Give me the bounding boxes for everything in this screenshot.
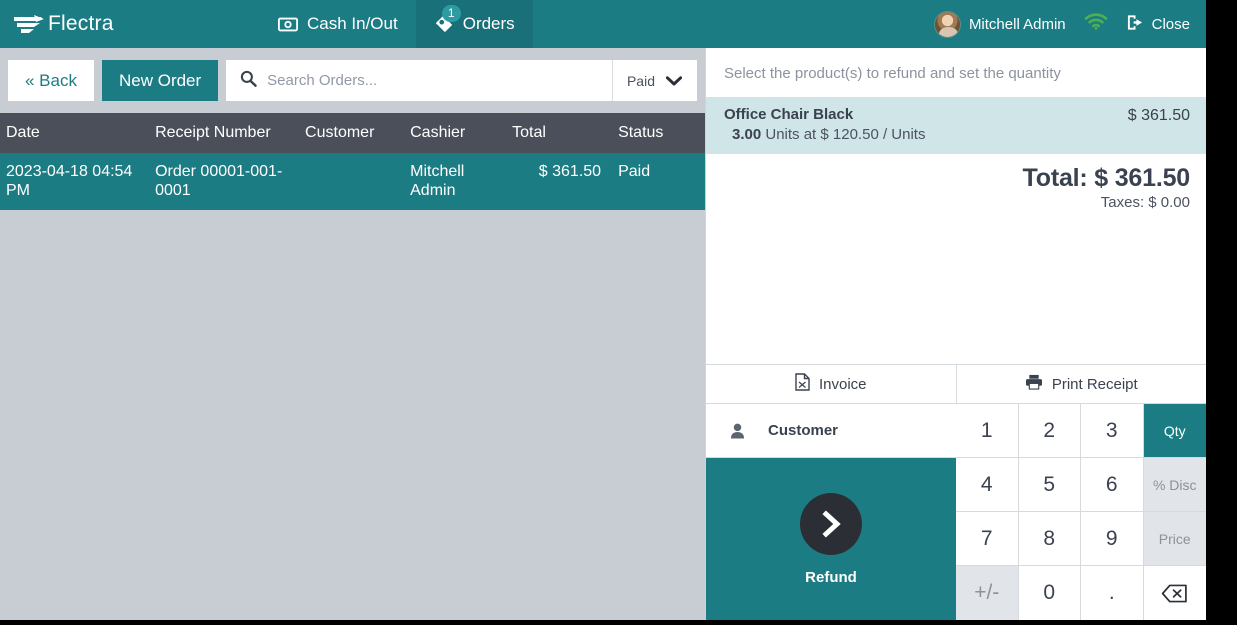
tab-orders-label: Orders — [462, 14, 515, 33]
top-header: Flectra Cash In/Out 1 Orders Mitchell Ad… — [0, 0, 1206, 48]
col-date[interactable]: Date — [0, 113, 156, 153]
refund-label: Refund — [805, 568, 857, 586]
tab-cash-in-out-label: Cash In/Out — [307, 14, 398, 33]
numpad-mode-discount[interactable]: % Disc — [1143, 458, 1206, 512]
refund-button[interactable]: Refund — [706, 458, 956, 620]
product-name: Office Chair Black — [724, 106, 854, 123]
cell-status: Paid — [609, 153, 705, 211]
left-controls: Customer Refund — [706, 404, 956, 620]
col-receipt[interactable]: Receipt Number — [155, 113, 306, 153]
search-input[interactable] — [267, 60, 612, 101]
orders-table-body: 2023-04-18 04:54 PM Order 00001-001-0001… — [0, 153, 705, 211]
pos-app-window: Flectra Cash In/Out 1 Orders Mitchell Ad… — [0, 0, 1206, 620]
brand-name: Flectra — [48, 12, 114, 35]
cell-cashier: Mitchell Admin — [410, 153, 513, 211]
refund-hint: Select the product(s) to refund and set … — [724, 65, 1061, 82]
numpad-key-sign[interactable]: +/- — [956, 566, 1019, 620]
numpad-key-2[interactable]: 2 — [1018, 404, 1081, 458]
printer-icon — [1025, 374, 1043, 394]
orders-table: Date Receipt Number Customer Cashier Tot… — [0, 113, 705, 211]
close-label: Close — [1151, 15, 1190, 33]
search-bar: Paid — [226, 60, 697, 101]
numpad-key-7[interactable]: 7 — [956, 512, 1019, 566]
numpad-mode-qty[interactable]: Qty — [1143, 404, 1206, 458]
chevron-down-icon — [665, 73, 683, 89]
chevron-right-circle-icon — [800, 492, 862, 555]
numpad-key-4[interactable]: 4 — [956, 458, 1019, 512]
refund-pane-spacer — [706, 211, 1206, 364]
numpad-key-3[interactable]: 3 — [1081, 404, 1144, 458]
brand-logo[interactable]: Flectra — [12, 0, 212, 48]
user-name: Mitchell Admin — [968, 15, 1066, 33]
product-unit-price: Units at $ 120.50 / Units — [765, 126, 926, 143]
invoice-label: Invoice — [818, 375, 867, 393]
customer-button[interactable]: Customer — [706, 404, 956, 458]
refund-product-line[interactable]: Office Chair Black 3.00 Units at $ 120.5… — [706, 97, 1206, 154]
search-icon — [240, 70, 257, 92]
tab-orders[interactable]: 1 Orders — [415, 0, 533, 48]
logout-icon — [1126, 14, 1145, 35]
numpad-key-1[interactable]: 1 — [956, 404, 1019, 458]
print-receipt-label: Print Receipt — [1051, 375, 1138, 393]
product-qty-detail: 3.00 Units at $ 120.50 / Units — [724, 126, 925, 143]
person-icon — [706, 423, 768, 439]
numpad-key-6[interactable]: 6 — [1081, 458, 1144, 512]
cell-date: 2023-04-18 04:54 PM — [0, 153, 156, 211]
new-order-button[interactable]: New Order — [101, 60, 219, 101]
table-row[interactable]: 2023-04-18 04:54 PM Order 00001-001-0001… — [0, 153, 705, 211]
col-total[interactable]: Total — [512, 113, 610, 153]
orders-table-head: Date Receipt Number Customer Cashier Tot… — [0, 113, 705, 153]
col-cashier[interactable]: Cashier — [410, 113, 513, 153]
back-button[interactable]: « Back — [8, 60, 94, 101]
numpad-key-5[interactable]: 5 — [1018, 458, 1081, 512]
product-price: $ 361.50 — [1127, 107, 1190, 124]
orders-toolbar: « Back New Order Paid — [0, 48, 705, 113]
orders-count-badge: 1 — [441, 5, 461, 22]
cell-customer — [305, 153, 411, 211]
status-filter-label: Paid — [626, 72, 655, 89]
refund-pane: Select the product(s) to refund and set … — [705, 48, 1206, 620]
user-menu[interactable]: Mitchell Admin — [933, 10, 1066, 38]
numpad-key-0[interactable]: 0 — [1018, 566, 1081, 620]
numpad-key-decimal[interactable]: . — [1081, 566, 1144, 620]
close-button[interactable]: Close — [1126, 14, 1190, 35]
product-qty: 3.00 — [732, 126, 762, 143]
pdf-file-icon — [795, 373, 810, 395]
orders-table-header-row: Date Receipt Number Customer Cashier Tot… — [0, 113, 705, 153]
cell-receipt: Order 00001-001-0001 — [155, 153, 306, 211]
numpad-mode-price[interactable]: Price — [1143, 512, 1206, 566]
customer-label: Customer — [768, 422, 839, 439]
header-right-group: Mitchell Admin Close — [933, 0, 1206, 48]
orders-pane: « Back New Order Paid — [0, 48, 705, 620]
refund-controls: Customer Refund 1 2 3 Qty 4 5 6 % Disc 7… — [706, 404, 1206, 620]
backspace-icon[interactable] — [1143, 566, 1206, 620]
numpad: 1 2 3 Qty 4 5 6 % Disc 7 8 9 Price +/- 0… — [956, 404, 1206, 620]
col-customer[interactable]: Customer — [305, 113, 411, 153]
header-tabs: Cash In/Out 1 Orders — [260, 0, 533, 48]
col-status[interactable]: Status — [609, 113, 705, 153]
cash-icon — [278, 17, 298, 32]
search-box[interactable] — [226, 60, 612, 101]
numpad-key-8[interactable]: 8 — [1018, 512, 1081, 566]
tab-cash-in-out[interactable]: Cash In/Out — [260, 0, 416, 48]
avatar — [933, 10, 961, 38]
cell-total: $ 361.50 — [512, 153, 610, 211]
status-filter-dropdown[interactable]: Paid — [611, 60, 697, 101]
flectra-logo-icon — [12, 13, 46, 35]
taxes-amount: Taxes: $ 0.00 — [1100, 194, 1190, 211]
invoice-button[interactable]: Invoice — [706, 365, 956, 403]
receipt-actions: Invoice Print Receipt — [706, 364, 1206, 404]
totals-block: Total: $ 361.50 Taxes: $ 0.00 — [706, 154, 1206, 211]
total-amount: Total: $ 361.50 — [1022, 164, 1191, 192]
print-receipt-button[interactable]: Print Receipt — [955, 365, 1206, 403]
wifi-icon[interactable] — [1084, 13, 1108, 35]
product-info: Office Chair Black 3.00 Units at $ 120.5… — [724, 106, 925, 143]
numpad-key-9[interactable]: 9 — [1081, 512, 1144, 566]
